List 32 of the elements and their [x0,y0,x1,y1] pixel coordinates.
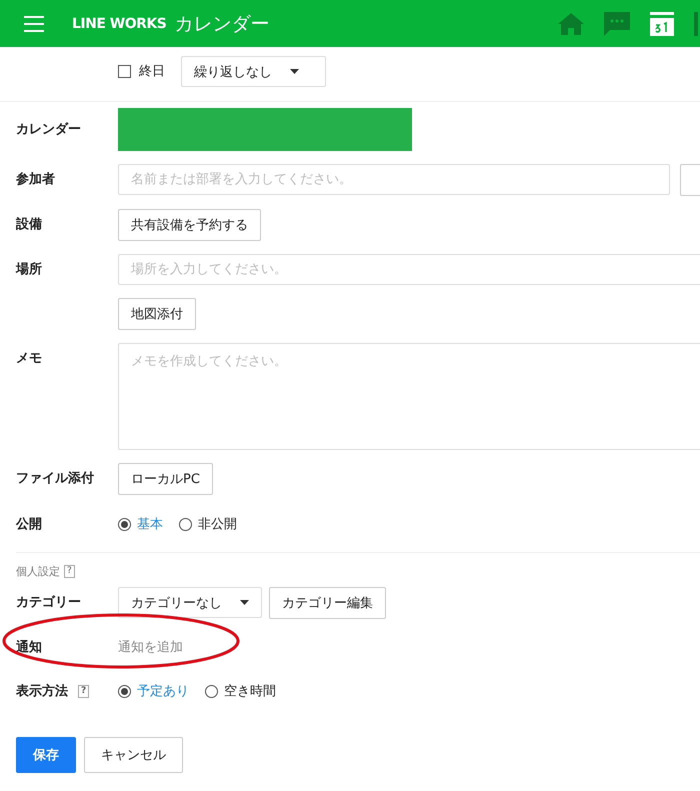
action-button[interactable]: ローカルPC [118,463,213,495]
app-title: カレンダー [174,12,270,36]
help-icon[interactable]: ? [78,685,90,698]
field-label: 表示方法 [16,682,68,701]
section-title: 個人設定 [16,564,60,579]
field-label: 公開 [16,516,43,534]
participant-field[interactable]: 名前または部署を入力してください。 [118,164,670,195]
save-button[interactable]: 保存 [16,737,76,773]
location-field[interactable]: 場所を入力してください。 [118,254,700,285]
radio-option[interactable]: 予定あり [118,676,189,707]
memo-field[interactable]: メモを作成してください。 [118,343,700,450]
field-label: 設備 [16,216,43,234]
cancel-button[interactable]: キャンセル [84,737,183,773]
field-label: カテゴリー [16,594,82,612]
radio-option[interactable]: 非公開 [179,509,237,540]
field-label: ファイル添付 [16,470,95,488]
field-label: 参加者 [16,171,56,189]
field-label: 場所 [16,261,43,279]
action-button[interactable]: 地図添付 [118,298,196,330]
radio-option[interactable]: 空き時間 [205,676,276,707]
help-icon[interactable]: ? [64,565,75,578]
add-notification-link[interactable]: 通知を追加 [118,632,183,663]
radio-option[interactable]: 基本 [118,509,163,540]
field-label: カレンダー [16,121,82,139]
action-button[interactable]: 共有設備を予約する [118,209,261,241]
field-label: メモ [16,350,43,368]
field-label: 通知 [16,639,43,657]
all-day-label: 終日 [139,63,165,81]
category-dropdown[interactable]: カテゴリーなし [118,587,262,618]
repeat-dropdown[interactable]: 繰り返しなし [181,56,326,87]
brand-logo: LINE WORKS [72,16,166,32]
category-edit-button[interactable]: カテゴリー編集 [269,587,386,619]
